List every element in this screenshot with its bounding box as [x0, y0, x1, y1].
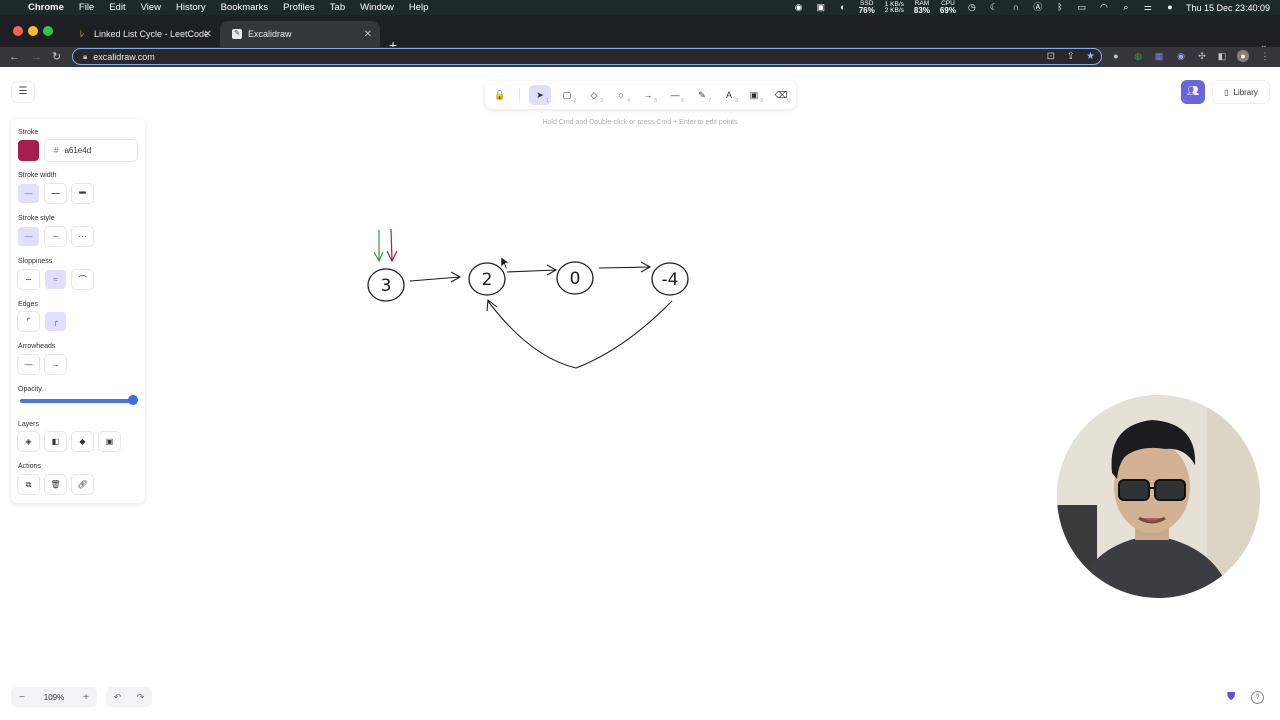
ram-value: 83% — [913, 5, 930, 15]
extension-purple-icon[interactable]: ◉ — [1175, 50, 1187, 62]
menu-tab[interactable]: Tab — [330, 2, 345, 13]
list-node[interactable]: -4 — [651, 262, 689, 296]
system-status-icon[interactable]: ◉ — [793, 3, 805, 12]
chrome-menu-icon[interactable]: ⋮ — [1259, 50, 1271, 62]
node-value: 3 — [381, 276, 392, 296]
lock-icon[interactable]: 🔒︎ — [83, 52, 87, 62]
menu-bookmarks[interactable]: Bookmarks — [221, 2, 269, 13]
next-arrow — [598, 261, 652, 273]
zoom-reset-button[interactable]: 109% — [33, 693, 75, 702]
menu-window[interactable]: Window — [360, 2, 394, 13]
menu-edit[interactable]: Edit — [109, 2, 125, 13]
browser-toolbar: ← → ↻ 🔒︎ excalidraw.com ⊡ ⇪ ★ ● ◍ ▦ ◉ ✣ … — [0, 47, 1280, 67]
help-icon[interactable]: ? — [1251, 691, 1264, 704]
pointer-arrows[interactable] — [373, 228, 398, 263]
back-icon[interactable]: ← — [9, 49, 20, 65]
forward-icon[interactable]: → — [31, 49, 42, 65]
minimize-window-button[interactable] — [28, 26, 38, 36]
list-node[interactable]: 2 — [468, 262, 506, 296]
bluetooth-icon[interactable]: ᛒ — [1054, 3, 1066, 12]
next-arrow — [506, 264, 558, 276]
cpu-stat[interactable]: CPU 69% — [939, 0, 956, 15]
node-value: 0 — [570, 269, 581, 289]
node-value: 2 — [482, 270, 493, 290]
input-source-icon[interactable]: Ⓐ — [1032, 3, 1044, 12]
undo-redo-controls: ↶ ↷ — [106, 687, 152, 707]
headphones-icon[interactable]: ∩ — [1010, 3, 1022, 12]
tab-title: Excalidraw — [248, 29, 292, 39]
install-app-icon[interactable]: ⊡ — [1047, 50, 1055, 64]
tab-excalidraw[interactable]: ✎ Excalidraw ✕ — [220, 21, 380, 47]
browser-tab-strip: ﾚ Linked List Cycle - LeetCode ✕ ✎ Excal… — [0, 15, 1280, 52]
siri-icon[interactable]: ● — [1164, 3, 1176, 12]
extension-circle-icon[interactable]: ● — [1110, 50, 1122, 62]
menu-profiles[interactable]: Profiles — [283, 2, 315, 13]
slow-pointer-arrow — [373, 230, 384, 263]
control-center-icon[interactable]: ⚌ — [1142, 3, 1154, 12]
battery-icon[interactable]: ▭ — [1076, 3, 1088, 12]
undo-button[interactable]: ↶ — [106, 692, 129, 703]
menu-help[interactable]: Help — [409, 2, 429, 13]
next-arrows[interactable] — [409, 261, 673, 369]
profile-avatar[interactable]: ● — [1237, 50, 1249, 62]
menu-view[interactable]: View — [141, 2, 161, 13]
search-icon[interactable]: ⌕ — [1120, 3, 1132, 12]
network-down: 2 KB/s — [884, 6, 904, 14]
wifi-icon[interactable]: ◠ — [1098, 3, 1110, 12]
menu-app-name[interactable]: Chrome — [28, 2, 64, 13]
menubar-clock[interactable]: Thu 15 Dec 23:40:09 — [1186, 3, 1270, 13]
zoom-window-button[interactable] — [43, 26, 53, 36]
node-value: -4 — [662, 270, 679, 290]
linked-list-drawing[interactable]: 3 2 0 -4 — [0, 67, 1280, 720]
menu-file[interactable]: File — [79, 2, 94, 13]
tab-leetcode[interactable]: ﾚ Linked List Cycle - LeetCode ✕ — [64, 21, 220, 47]
excalidraw-canvas[interactable]: ☰ 🔓 ➤ 1 ▢ 2 ◇ 3 ○ 4 → 5 —6 ✎ 7 A8 ▣ 9 ⌫ 0 Hold C… — [0, 67, 1280, 720]
presenter-video — [1057, 395, 1260, 598]
moon-icon[interactable]: ☾ — [988, 3, 1000, 12]
tab-title: Linked List Cycle - LeetCode — [94, 29, 210, 39]
close-tab-icon[interactable]: ✕ — [364, 29, 372, 40]
list-node[interactable]: 0 — [556, 261, 594, 295]
cycle-arrow — [486, 298, 673, 369]
stats-app-icon[interactable]: ◐ — [837, 3, 849, 12]
macos-menu-bar: Chrome File Edit View History Bookmarks … — [0, 0, 1280, 15]
extension-green-icon[interactable]: ◍ — [1132, 50, 1144, 62]
cpu-value: 69% — [939, 5, 956, 15]
next-arrow — [409, 271, 462, 283]
timer-icon[interactable]: ◷ — [966, 3, 978, 12]
zoom-out-button[interactable]: − — [11, 692, 33, 703]
share-icon[interactable]: ⇪ — [1067, 50, 1075, 64]
close-tab-icon[interactable]: ✕ — [204, 29, 212, 40]
close-window-button[interactable] — [13, 26, 23, 36]
webcam-overlay — [1057, 395, 1260, 598]
zoom-controls: − 109% + — [11, 687, 97, 707]
reload-icon[interactable]: ↻ — [52, 49, 61, 65]
menubar-status-area: ◉ ▣ ◐ SSD 76% 1 KB/s 2 KB/s RAM 83% CPU 69% … — [793, 0, 1280, 15]
redo-button[interactable]: ↷ — [129, 692, 152, 703]
menu-history[interactable]: History — [176, 2, 206, 13]
extensions-puzzle-icon[interactable]: ✣ — [1196, 50, 1208, 62]
excalidraw-icon: ✎ — [232, 29, 242, 39]
shield-icon[interactable]: ⛊ — [1227, 691, 1239, 704]
side-panel-icon[interactable]: ◧ — [1216, 50, 1228, 62]
mouse-cursor-icon — [500, 256, 510, 270]
ssd-value: 76% — [858, 5, 875, 15]
extension-grid-icon[interactable]: ▦ — [1153, 50, 1165, 62]
address-bar[interactable]: 🔒︎ excalidraw.com ⊡ ⇪ ★ — [72, 48, 1102, 65]
image-capture-icon[interactable]: ▣ — [815, 3, 827, 12]
list-node[interactable]: 3 — [367, 268, 405, 302]
url-text[interactable]: excalidraw.com — [93, 52, 155, 62]
zoom-in-button[interactable]: + — [75, 692, 97, 703]
leetcode-icon: ﾚ — [79, 29, 85, 39]
ram-stat[interactable]: RAM 83% — [913, 0, 930, 15]
bookmark-star-icon[interactable]: ★ — [1086, 50, 1095, 64]
network-stat[interactable]: 1 KB/s 2 KB/s — [884, 1, 904, 14]
ssd-stat[interactable]: SSD 76% — [858, 0, 875, 15]
fast-pointer-arrow — [386, 228, 398, 263]
